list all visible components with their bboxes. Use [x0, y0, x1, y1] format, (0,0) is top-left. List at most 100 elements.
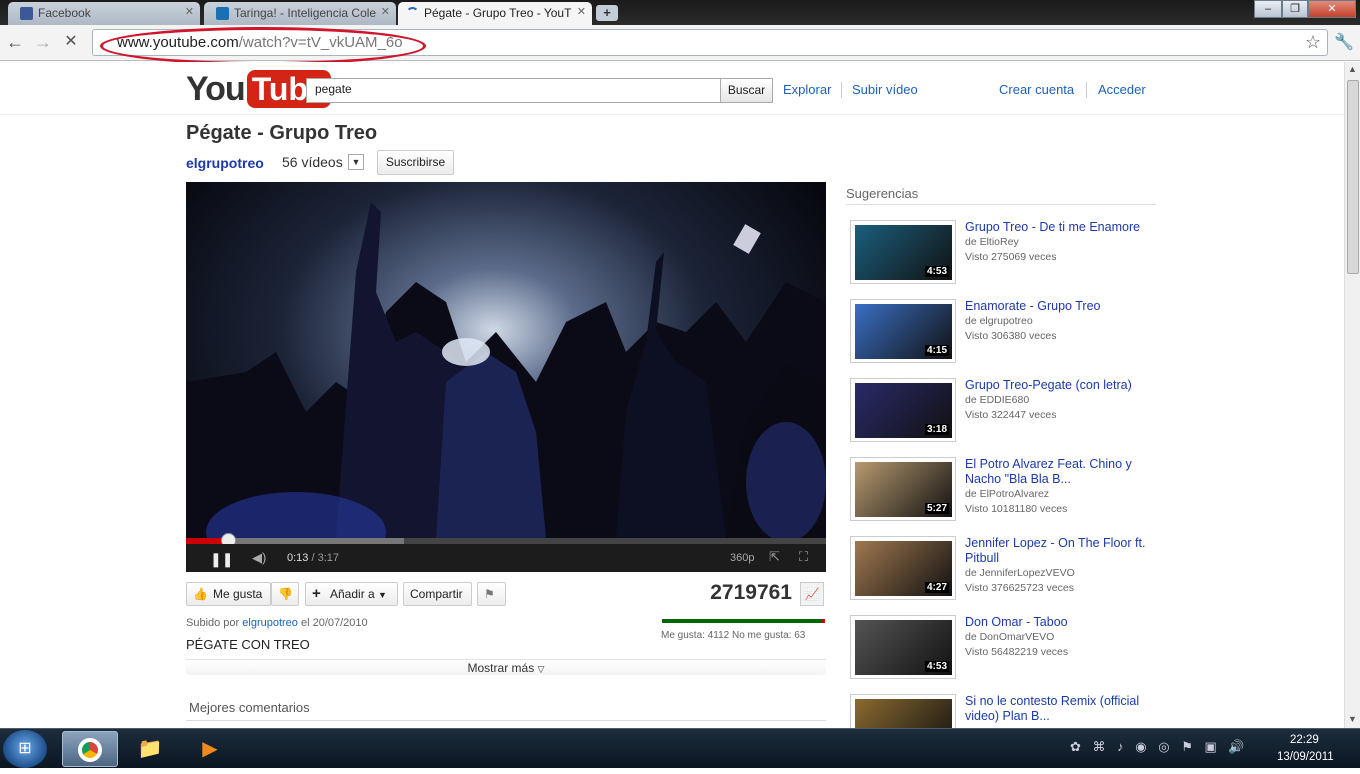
- dislike-portion: [822, 619, 825, 623]
- sign-in-link[interactable]: Acceder: [1098, 82, 1146, 97]
- tray-network-icon[interactable]: ⌘: [1093, 739, 1106, 754]
- suggestion-thumbnail[interactable]: 3:18: [850, 378, 956, 442]
- duration-badge: 4:15: [924, 345, 949, 356]
- video-description: PÉGATE CON TREO: [186, 637, 310, 652]
- suggestion-title[interactable]: El Potro Alvarez Feat. Chino y Nacho "Bl…: [965, 457, 1150, 487]
- stop-loading-icon[interactable]: ✕: [60, 31, 82, 53]
- taskbar-explorer[interactable]: 📁: [122, 731, 178, 767]
- back-arrow-icon[interactable]: ←: [4, 31, 26, 53]
- suggestion-thumbnail[interactable]: 4:27: [850, 536, 956, 600]
- clock-date[interactable]: 13/09/2011: [1277, 751, 1334, 763]
- time-display: 0:13 / 3:17: [287, 552, 339, 564]
- wrench-menu-icon[interactable]: 🔧: [1334, 32, 1354, 52]
- bookmark-star-icon[interactable]: ☆: [1305, 32, 1321, 53]
- uploader-link[interactable]: elgrupotreo: [242, 617, 298, 629]
- close-window-button[interactable]: ✕: [1308, 0, 1356, 18]
- duration-badge: 3:18: [924, 424, 949, 435]
- duration-badge: 4:53: [924, 266, 949, 277]
- suggestion-text: Grupo Treo - De ti me Enamore de EltioRey…: [965, 220, 1150, 265]
- new-tab-button[interactable]: +: [596, 5, 618, 21]
- suggestion-thumbnail[interactable]: [850, 694, 956, 728]
- suggestion-text: Jennifer Lopez - On The Floor ft. Pitbul…: [965, 536, 1150, 596]
- suggestion-title[interactable]: Grupo Treo-Pegate (con letra): [965, 378, 1150, 393]
- duration-badge: 4:53: [924, 661, 949, 672]
- close-tab-icon[interactable]: ✕: [577, 5, 586, 18]
- search-button[interactable]: Buscar: [720, 78, 773, 103]
- suggestion-item[interactable]: 4:53 Don Omar - Taboo de DonOmarVEVO Visto …: [850, 615, 1150, 681]
- suggestion-title[interactable]: Enamorate - Grupo Treo: [965, 299, 1150, 314]
- upload-date: el 20/07/2010: [297, 617, 368, 629]
- add-to-button[interactable]: + Añadir a ▼: [305, 582, 398, 606]
- show-more-button[interactable]: Mostrar más ▽: [186, 659, 826, 675]
- scroll-down-icon[interactable]: ▼: [1348, 714, 1357, 724]
- tray-speaker-icon[interactable]: ♪: [1117, 739, 1124, 754]
- channel-link[interactable]: elgrupotreo: [186, 155, 264, 171]
- close-tab-icon[interactable]: ✕: [185, 5, 194, 18]
- show-more-label: Mostrar más: [467, 661, 535, 675]
- taskbar-media-player[interactable]: ▶: [182, 731, 238, 767]
- suggestion-item[interactable]: 4:27 Jennifer Lopez - On The Floor ft. Pi…: [850, 536, 1150, 602]
- logo-you: You: [186, 70, 246, 108]
- suggestion-item[interactable]: 4:15 Enamorate - Grupo Treo de elgrupotreo…: [850, 299, 1150, 365]
- dislike-button[interactable]: 👎: [271, 582, 299, 606]
- chevron-down-icon: ▽: [537, 664, 545, 674]
- maximize-button[interactable]: ❐: [1282, 0, 1308, 18]
- tab-facebook[interactable]: Facebook ✕: [8, 2, 200, 25]
- suggestion-thumbnail[interactable]: 4:15: [850, 299, 956, 363]
- upload-link[interactable]: Subir vídeo: [852, 82, 918, 97]
- close-tab-icon[interactable]: ✕: [381, 5, 390, 18]
- share-button[interactable]: Compartir: [403, 582, 472, 606]
- suggestion-item[interactable]: 5:27 El Potro Alvarez Feat. Chino y Nacho…: [850, 457, 1150, 523]
- thumbnail-image: [855, 699, 952, 728]
- flag-button[interactable]: ⚑: [477, 582, 506, 606]
- scroll-thumb[interactable]: [1347, 80, 1359, 274]
- tab-title: Facebook: [38, 6, 91, 20]
- tab-youtube[interactable]: Pégate - Grupo Treo - YouT ✕: [398, 2, 592, 25]
- thumbs-down-icon: 👎: [278, 587, 293, 601]
- quality-button[interactable]: 360p: [730, 552, 754, 564]
- tray-update-icon[interactable]: ◎: [1158, 739, 1169, 754]
- start-button[interactable]: ⊞: [3, 730, 47, 768]
- chevron-down-icon[interactable]: ▼: [348, 154, 364, 170]
- popout-icon[interactable]: ⇱: [769, 549, 780, 565]
- suggestion-author: de elgrupotreo: [965, 315, 1033, 327]
- suggestion-item[interactable]: Si no le contesto Remix (official video)…: [850, 694, 1150, 728]
- like-button[interactable]: 👍 Me gusta: [186, 582, 271, 606]
- suggestion-item[interactable]: 4:53 Grupo Treo - De ti me Enamore de Elti…: [850, 220, 1150, 286]
- taskbar-chrome[interactable]: [62, 731, 118, 767]
- explore-link[interactable]: Explorar: [783, 82, 831, 97]
- tab-taringa[interactable]: Taringa! - Inteligencia Cole ✕: [204, 2, 396, 25]
- video-count: 56 vídeos: [282, 154, 343, 170]
- tab-title: Pégate - Grupo Treo - YouT: [424, 6, 572, 20]
- volume-icon[interactable]: ◀): [252, 550, 266, 566]
- add-to-label: Añadir a: [330, 587, 375, 601]
- comments-divider: [186, 720, 826, 721]
- suggestion-title[interactable]: Don Omar - Taboo: [965, 615, 1150, 630]
- suggestion-thumbnail[interactable]: 4:53: [850, 615, 956, 679]
- video-player[interactable]: ❚❚ ◀) 0:13 / 3:17 360p ⇱ ⛶: [186, 182, 826, 572]
- header-divider: [0, 114, 1344, 115]
- suggestion-title[interactable]: Jennifer Lopez - On The Floor ft. Pitbul…: [965, 536, 1150, 566]
- suggestion-title[interactable]: Si no le contesto Remix (official video)…: [965, 694, 1150, 724]
- scroll-up-icon[interactable]: ▲: [1348, 64, 1357, 74]
- minimize-button[interactable]: –: [1254, 0, 1282, 18]
- page-scrollbar[interactable]: ▲ ▼: [1344, 62, 1360, 728]
- tray-display-icon[interactable]: ▣: [1205, 739, 1217, 754]
- subscribe-button[interactable]: Suscribirse: [377, 150, 454, 175]
- tray-antivirus-icon[interactable]: ◉: [1135, 739, 1146, 754]
- suggestion-author: de EltioRey: [965, 236, 1019, 248]
- fullscreen-icon[interactable]: ⛶: [799, 549, 808, 565]
- suggestion-thumbnail[interactable]: 4:53: [850, 220, 956, 284]
- create-account-link[interactable]: Crear cuenta: [999, 82, 1074, 97]
- forward-arrow-icon[interactable]: →: [32, 31, 54, 53]
- pause-icon[interactable]: ❚❚: [210, 551, 233, 568]
- search-input[interactable]: pegate: [306, 78, 721, 103]
- suggestion-item[interactable]: 3:18 Grupo Treo-Pegate (con letra) de EDDI…: [850, 378, 1150, 444]
- suggestion-thumbnail[interactable]: 5:27: [850, 457, 956, 521]
- tray-app-icon[interactable]: ✿: [1070, 739, 1081, 754]
- stats-chart-icon[interactable]: 📈: [800, 582, 824, 606]
- suggestion-title[interactable]: Grupo Treo - De ti me Enamore: [965, 220, 1150, 235]
- tray-flag-icon[interactable]: ⚑: [1181, 739, 1193, 754]
- clock-time[interactable]: 22:29: [1290, 734, 1319, 746]
- tray-volume-icon[interactable]: 🔊: [1228, 739, 1244, 754]
